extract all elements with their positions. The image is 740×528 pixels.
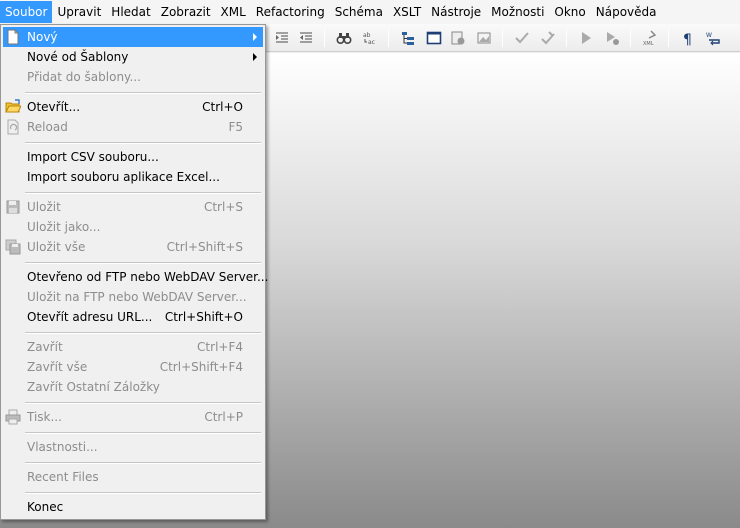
menu-item-label: Nové od Šablony (27, 50, 129, 64)
menu-separator (25, 192, 261, 194)
menu-item-label: Reload (27, 120, 68, 134)
save-disk-icon (5, 199, 21, 215)
save-all-icon (5, 239, 21, 255)
menu-separator (25, 92, 261, 94)
menu-soubor[interactable]: Soubor (0, 1, 53, 23)
menu-separator (25, 262, 261, 264)
menu-item-label: Otevřít... (27, 100, 81, 114)
menu-upravit[interactable]: Upravit (52, 1, 106, 23)
menu-hledat[interactable]: Hledat (106, 1, 155, 23)
menu-item-shortcut: Ctrl+P (204, 410, 243, 424)
file-menu-dropdown: Nový Nové od Šablony Přidat do šablony..… (0, 24, 268, 520)
menu-separator (25, 402, 261, 404)
menu-item-nove-od-sablony[interactable]: Nové od Šablony (3, 47, 263, 67)
wellformed-icon[interactable] (538, 28, 558, 48)
svg-text:¶: ¶ (683, 32, 692, 46)
menu-item-label: Uložit na FTP nebo WebDAV Server... (27, 290, 247, 304)
svg-text:XML: XML (643, 41, 654, 46)
menu-item-otevreno-ftp[interactable]: Otevřeno od FTP nebo WebDAV Server... (3, 267, 268, 287)
menu-nastroje[interactable]: Nástroje (426, 1, 486, 23)
menu-item-recent-files[interactable]: Recent Files (3, 467, 263, 487)
menu-item-pridat-do-sablony[interactable]: Přidat do šablony... (3, 67, 263, 87)
tree-view-icon[interactable] (398, 28, 418, 48)
menu-item-shortcut: Ctrl+Shift+O (164, 310, 243, 324)
menu-item-label: Import souboru aplikace Excel... (27, 170, 220, 184)
run-icon[interactable] (576, 28, 596, 48)
menu-item-otevrit-url[interactable]: Otevřít adresu URL... Ctrl+Shift+O (3, 307, 263, 327)
menu-item-label: Zavřít (27, 340, 63, 354)
menu-item-zavrit[interactable]: Zavřít Ctrl+F4 (3, 337, 263, 357)
menu-item-label: Tisk... (27, 410, 62, 424)
menu-item-ulozit-ftp[interactable]: Uložit na FTP nebo WebDAV Server... (3, 287, 263, 307)
menu-item-shortcut: Ctrl+F4 (197, 340, 243, 354)
menu-xml[interactable]: XML (216, 1, 251, 23)
menu-separator (25, 492, 261, 494)
indent-icon[interactable] (272, 28, 292, 48)
menu-okno[interactable]: Okno (549, 1, 590, 23)
menu-item-vlastnosti[interactable]: Vlastnosti... (3, 437, 263, 457)
menu-item-otevrit[interactable]: Otevřít... Ctrl+O (3, 97, 263, 117)
menu-item-shortcut: Ctrl+O (202, 100, 243, 114)
menu-item-tisk[interactable]: Tisk... Ctrl+P (3, 407, 263, 427)
menu-schema[interactable]: Schéma (330, 1, 388, 23)
menu-separator (25, 432, 261, 434)
replace-icon[interactable]: ab ac (360, 28, 380, 48)
find-binoculars-icon[interactable] (334, 28, 354, 48)
menu-item-ulozit[interactable]: Uložit Ctrl+S (3, 197, 263, 217)
debug-icon[interactable] (602, 28, 622, 48)
menu-item-label: Zavřít Ostatní Záložky (27, 380, 160, 394)
reload-icon (5, 119, 21, 135)
image-icon[interactable] (474, 28, 494, 48)
menu-item-shortcut: Ctrl+S (203, 200, 243, 214)
pilcrow-icon[interactable]: ¶ (678, 28, 698, 48)
svg-text:ab: ab (363, 32, 371, 39)
open-folder-icon (5, 99, 21, 115)
window-icon[interactable] (424, 28, 444, 48)
menu-item-label: Přidat do šablony... (27, 70, 141, 84)
submenu-arrow-icon (253, 53, 257, 61)
menu-bar: Soubor Upravit Hledat Zobrazit XML Refac… (0, 0, 740, 24)
menu-xslt[interactable]: XSLT (388, 1, 426, 23)
xml-tool-icon[interactable]: XML (640, 28, 660, 48)
menu-item-ulozit-vse[interactable]: Uložit vše Ctrl+Shift+S (3, 237, 263, 257)
menu-item-shortcut: Ctrl+Shift+S (166, 240, 243, 254)
menu-item-label: Uložit jako... (27, 220, 101, 234)
menu-refactoring[interactable]: Refactoring (251, 1, 330, 23)
submenu-arrow-icon (253, 33, 257, 41)
schema-icon[interactable] (448, 28, 468, 48)
svg-text:W: W (706, 32, 712, 39)
printer-icon (5, 409, 21, 425)
menu-item-label: Konec (27, 500, 64, 514)
menu-item-label: Zavřít vše (27, 360, 88, 374)
menu-item-label: Vlastnosti... (27, 440, 98, 454)
wrap-icon[interactable]: W (704, 28, 724, 48)
menu-item-import-excel[interactable]: Import souboru aplikace Excel... (3, 167, 263, 187)
menu-item-konec[interactable]: Konec (3, 497, 263, 517)
menu-separator (25, 332, 261, 334)
menu-item-zavrit-ostatni[interactable]: Zavřít Ostatní Záložky (3, 377, 263, 397)
validate-check-icon[interactable] (512, 28, 532, 48)
menu-item-label: Uložit vše (27, 240, 86, 254)
menu-item-shortcut: F5 (228, 120, 243, 134)
outdent-icon[interactable] (296, 28, 316, 48)
menu-item-reload[interactable]: Reload F5 (3, 117, 263, 137)
menu-napoveda[interactable]: Nápověda (591, 1, 662, 23)
menu-item-zavrit-vse[interactable]: Zavřít vše Ctrl+Shift+F4 (3, 357, 263, 377)
menu-item-label: Otevřít adresu URL... (27, 310, 153, 324)
menu-item-label: Import CSV souboru... (27, 150, 159, 164)
menu-item-label: Otevřeno od FTP nebo WebDAV Server... (27, 270, 269, 284)
menu-moznosti[interactable]: Možnosti (486, 1, 549, 23)
menu-item-novy[interactable]: Nový (3, 27, 263, 47)
menu-item-label: Uložit (27, 200, 61, 214)
menu-separator (25, 462, 261, 464)
svg-text:ac: ac (368, 39, 375, 46)
menu-item-label: Recent Files (27, 470, 99, 484)
new-document-icon (5, 29, 21, 45)
menu-item-shortcut: Ctrl+Shift+F4 (159, 360, 243, 374)
menu-item-ulozit-jako[interactable]: Uložit jako... (3, 217, 263, 237)
menu-item-label: Nový (27, 30, 58, 44)
menu-separator (25, 142, 261, 144)
menu-zobrazit[interactable]: Zobrazit (156, 1, 216, 23)
menu-item-import-csv[interactable]: Import CSV souboru... (3, 147, 263, 167)
